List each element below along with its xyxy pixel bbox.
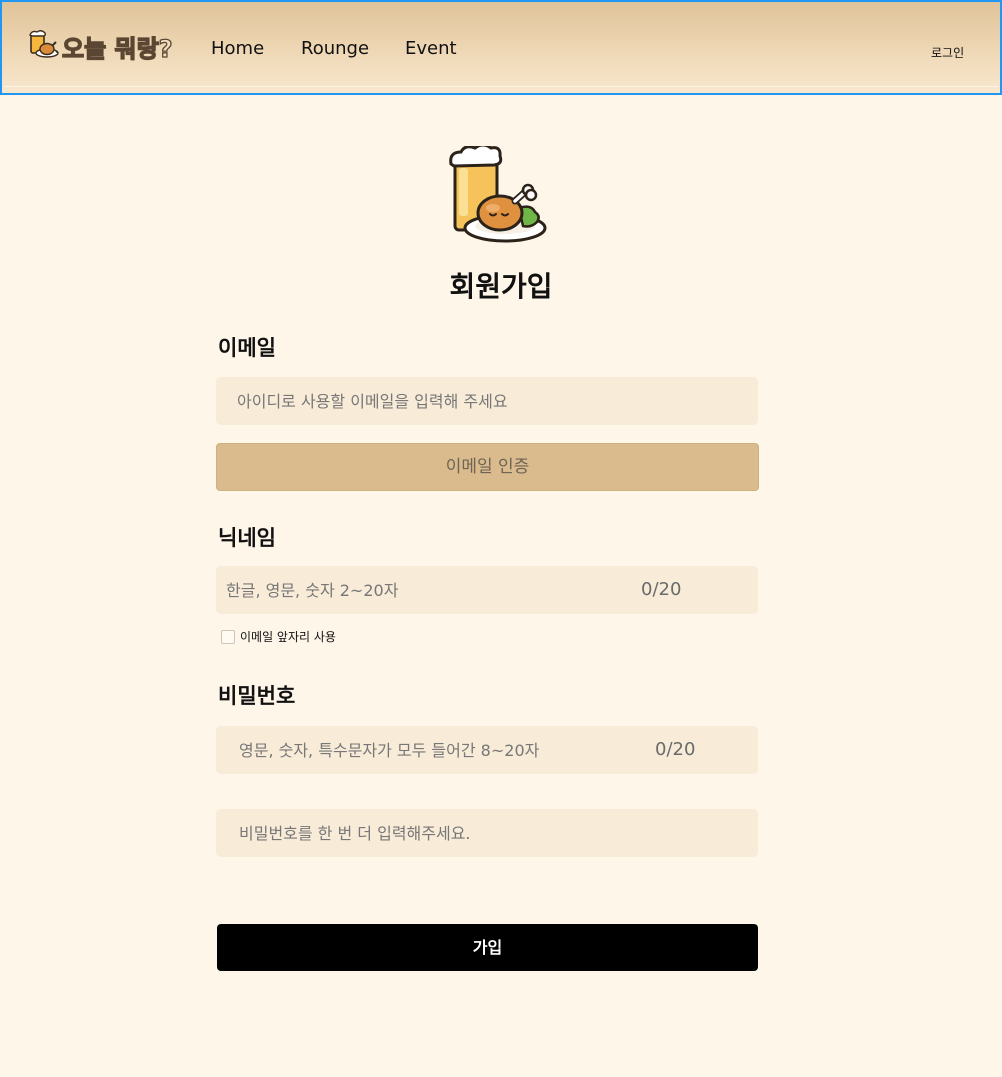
beer-chicken-icon (28, 28, 60, 64)
top-navbar: 오늘 뭐랑? Home Rounge Event 로그인 (0, 0, 1002, 95)
page-title: 회원가입 (449, 270, 553, 303)
use-email-prefix-checkbox[interactable] (221, 629, 235, 644)
nav-event-link[interactable]: Event (405, 38, 457, 59)
nav-home-link[interactable]: Home (211, 38, 264, 59)
password-label: 비밀번호 (218, 684, 296, 708)
login-link[interactable]: 로그인 (931, 44, 964, 61)
password-confirm-field-container (216, 809, 758, 857)
password-field-container: 0/20 (216, 726, 758, 774)
navbar-divider (4, 86, 998, 87)
password-confirm-input[interactable] (216, 809, 758, 857)
email-input[interactable] (216, 377, 758, 425)
nickname-field-container: 0/20 (216, 566, 758, 614)
use-email-prefix-row[interactable]: 이메일 앞자리 사용 (221, 628, 336, 645)
logo[interactable]: 오늘 뭐랑? (28, 28, 173, 64)
nav-rounge-link[interactable]: Rounge (301, 38, 369, 59)
email-field-container (216, 377, 758, 425)
signup-submit-button[interactable]: 가입 (217, 924, 758, 971)
nickname-char-counter: 0/20 (641, 579, 682, 600)
nickname-label: 닉네임 (218, 526, 276, 550)
password-char-counter: 0/20 (655, 739, 696, 760)
use-email-prefix-label: 이메일 앞자리 사용 (240, 630, 336, 644)
beer-chicken-illustration (446, 143, 550, 246)
email-label: 이메일 (218, 336, 276, 360)
logo-text: 오늘 뭐랑? (61, 34, 173, 63)
email-verify-button[interactable]: 이메일 인증 (216, 443, 759, 491)
